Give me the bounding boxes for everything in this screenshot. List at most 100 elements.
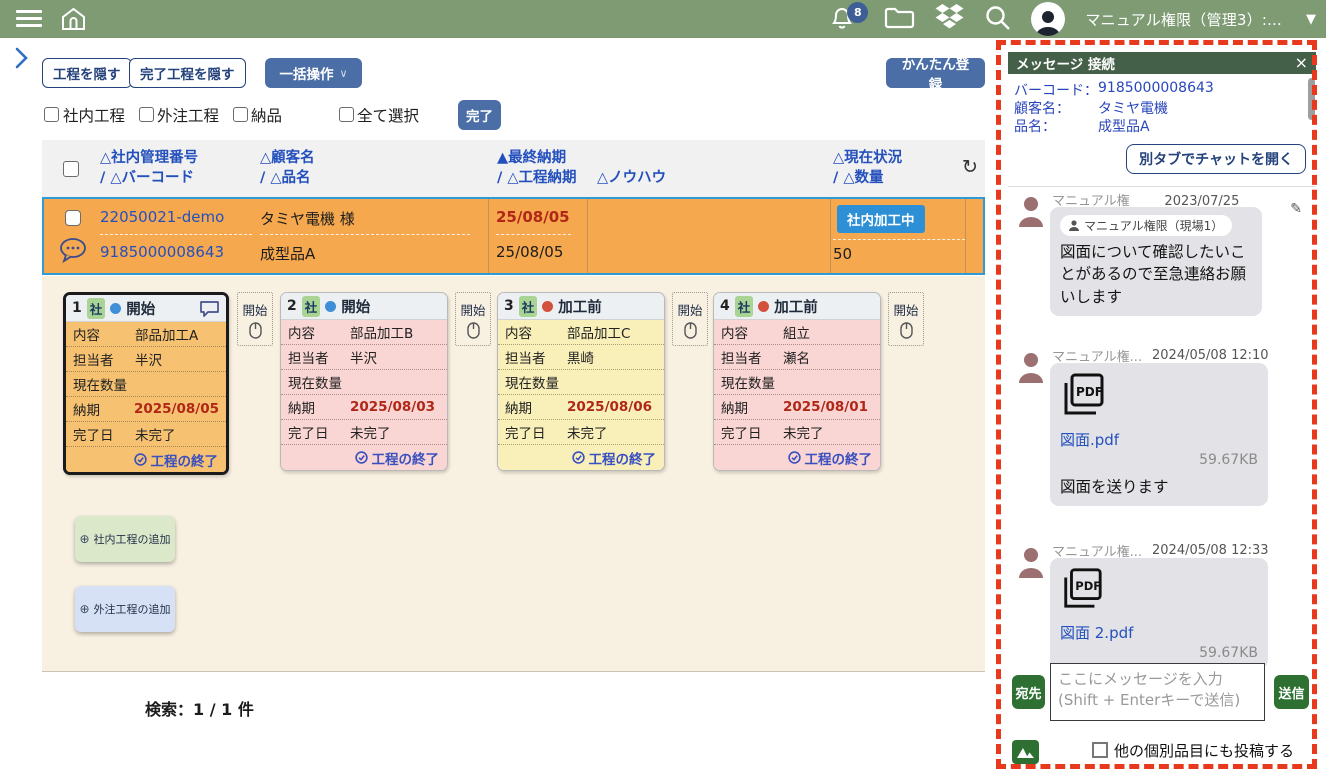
pdf-file-icon[interactable]: PDF (1060, 566, 1104, 610)
message-input[interactable] (1050, 663, 1265, 721)
start-drop-target[interactable]: 開始 (888, 292, 924, 346)
avatar (1018, 352, 1044, 387)
card-label-content: 内容 (288, 322, 350, 342)
folder-icon[interactable] (884, 5, 915, 33)
process-card[interactable]: 4 社 加工前 内容組立 担当者瀬名 現在数量 納期2025/08/01 完了日… (713, 292, 881, 471)
notifications-button[interactable]: 8 (830, 4, 864, 34)
message-text: 図面について確認したいことがあるので至急連絡お願いします (1060, 241, 1252, 308)
process-card-header: 1 社 開始 (66, 295, 226, 322)
card-label-quantity: 現在数量 (288, 372, 342, 392)
barcode-label: バーコード： (1014, 80, 1098, 100)
mouse-icon (684, 322, 697, 339)
column-header-status[interactable]: △現在状況/ △数量 (833, 148, 902, 188)
column-header-management-no[interactable]: △社内管理番号/ △バーコード (100, 148, 198, 188)
file-link[interactable]: 図面.pdf (1060, 429, 1258, 450)
card-content: 部品加工C (567, 322, 630, 342)
open-chat-tab-button[interactable]: 別タブでチャットを開く (1126, 144, 1306, 174)
start-drop-target[interactable]: 開始 (455, 292, 491, 346)
chevron-down-icon[interactable]: ▼ (1306, 12, 1316, 27)
panel-collapse-chevron[interactable] (14, 46, 29, 74)
card-completed: 未完了 (350, 422, 391, 442)
table-select-all-checkbox[interactable] (63, 161, 79, 177)
pdf-file-icon[interactable]: PDF (1060, 371, 1106, 417)
avatar[interactable] (1031, 2, 1065, 36)
column-header-due[interactable]: ▲最終納期/ △工程納期 (497, 148, 577, 188)
card-label-quantity: 現在数量 (73, 374, 127, 394)
card-label-assignee: 担当者 (721, 347, 783, 367)
message-timestamp: 2024/05/08 12:33 (1152, 543, 1269, 558)
card-assignee: 半沢 (135, 349, 162, 369)
row-barcode[interactable]: 9185000008643 (100, 243, 224, 261)
dropbox-icon[interactable] (935, 4, 964, 34)
card-label-completed: 完了日 (721, 422, 783, 442)
post-other-items-checkbox[interactable] (1092, 742, 1108, 758)
card-body: 内容部品加工C 担当者黒崎 現在数量 納期2025/08/06 完了日未完了 工… (498, 320, 664, 470)
card-assignee: 黒崎 (567, 347, 594, 367)
file-link[interactable]: 図面 2.pdf (1060, 622, 1258, 643)
select-all-checkbox[interactable] (339, 107, 354, 122)
easy-register-button[interactable]: かんたん登録 (886, 58, 985, 88)
card-chat-bubble-icon[interactable] (199, 300, 220, 317)
check-circle-icon (355, 451, 368, 464)
table-row[interactable]: 22050021-demo 9185000008643 タミヤ電機 様 成型品A… (42, 197, 985, 275)
card-due: 2025/08/03 (350, 399, 435, 415)
user-menu-label[interactable]: マニュアル権限（管理3）:... (1085, 9, 1282, 30)
check-circle-icon (572, 451, 585, 464)
search-icon[interactable] (984, 4, 1011, 35)
process-card[interactable]: 2 社 開始 内容部品加工B 担当者半沢 現在数量 納期2025/08/03 完… (280, 292, 448, 471)
start-drop-target[interactable]: 開始 (672, 292, 708, 346)
divider (1008, 186, 1316, 187)
add-internal-process-button[interactable]: ⊕ 社内工程の追加 (75, 516, 175, 562)
hide-completed-button[interactable]: 完了工程を隠す (129, 58, 246, 88)
finish-process-link[interactable]: 工程の終了 (714, 445, 880, 470)
edit-pencil-icon[interactable]: ✎ (1290, 201, 1302, 217)
row-quantity: 50 (833, 245, 852, 263)
message-bubble: PDF 図面.pdf 59.67KB 図面を送ります (1050, 363, 1268, 506)
finish-process-link[interactable]: 工程の終了 (281, 445, 447, 470)
refresh-icon[interactable]: ↻ (962, 156, 978, 178)
card-label-assignee: 担当者 (505, 347, 567, 367)
row-customer: タミヤ電機 様 (260, 208, 355, 229)
filter-internal-checkbox[interactable] (44, 107, 59, 122)
send-button[interactable]: 送信 (1274, 675, 1309, 709)
close-icon[interactable]: × (1295, 55, 1308, 71)
image-icon (1016, 745, 1035, 759)
column-header-customer[interactable]: △顧客名/ △品名 (260, 148, 315, 188)
chat-panel-header: メッセージ 接続 × (1008, 52, 1316, 74)
card-label-content: 内容 (505, 322, 567, 342)
mention-chip[interactable]: マニュアル権限（現場1） (1060, 215, 1232, 236)
start-drop-target[interactable]: 開始 (237, 292, 273, 346)
finish-process-link[interactable]: 工程の終了 (498, 445, 664, 470)
card-status: 加工前 (558, 296, 602, 317)
status-dot-icon (758, 301, 769, 312)
home-icon[interactable] (60, 6, 87, 36)
start-drop-label: 開始 (242, 300, 267, 319)
message-timestamp: 2024/05/08 12:10 (1152, 348, 1269, 363)
hamburger-menu-icon[interactable] (16, 10, 42, 28)
barcode-value: 9185000008643 (1098, 80, 1214, 96)
card-label-due: 納期 (505, 397, 567, 417)
attach-image-button[interactable] (1012, 740, 1039, 764)
filter-external-checkbox[interactable] (139, 107, 154, 122)
bulk-action-button[interactable]: 一括操作 ∨ (265, 58, 362, 88)
finish-process-link[interactable]: 工程の終了 (66, 447, 226, 472)
message-bubble: マニュアル権限（現場1） 図面について確認したいことがあるので至急連絡お願いしま… (1050, 207, 1262, 316)
chat-bubble-icon[interactable] (58, 237, 88, 268)
hide-process-button[interactable]: 工程を隠す (42, 58, 132, 88)
easy-register-label: かんたん登録 (898, 53, 973, 93)
add-external-process-button[interactable]: ⊕ 外注工程の追加 (75, 586, 175, 632)
filter-delivery-checkbox[interactable] (233, 107, 248, 122)
complete-button[interactable]: 完了 (458, 100, 501, 130)
plus-circle-icon: ⊕ (79, 602, 89, 616)
process-card[interactable]: 3 社 加工前 内容部品加工C 担当者黒崎 現在数量 納期2025/08/06 … (497, 292, 665, 471)
card-label-completed: 完了日 (505, 422, 567, 442)
process-card[interactable]: 1 社 開始 内容部品加工A 担当者半沢 現在数量 納期2025/08/05 完… (63, 292, 229, 475)
row-checkbox[interactable] (65, 210, 81, 226)
recipient-button[interactable]: 宛先 (1012, 675, 1045, 709)
card-content: 組立 (783, 322, 810, 342)
scrollbar-thumb[interactable] (1308, 78, 1315, 120)
card-assignee: 半沢 (350, 347, 377, 367)
column-header-knowhow[interactable]: △ノウハウ (597, 168, 666, 188)
process-card-header: 3 社 加工前 (498, 293, 664, 320)
row-management-no[interactable]: 22050021-demo (100, 208, 224, 226)
